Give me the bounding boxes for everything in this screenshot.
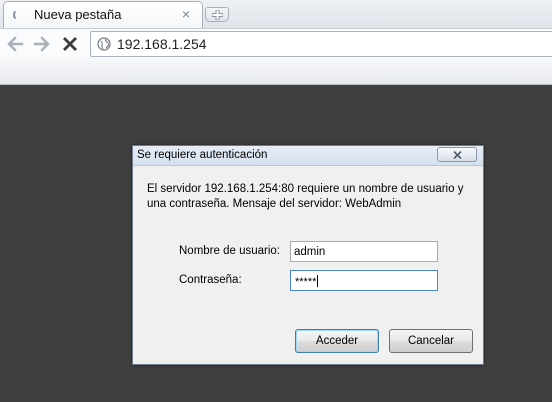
username-label: Nombre de usuario:: [179, 245, 280, 257]
username-input[interactable]: [290, 241, 438, 262]
password-mask: *****: [295, 275, 319, 288]
browser-toolbar: 192.168.1.254: [0, 28, 552, 58]
bookmarks-area: [0, 58, 552, 85]
dialog-message: El servidor 192.168.1.254:80 requiere un…: [147, 183, 464, 210]
password-label: Contraseña:: [179, 274, 242, 286]
loading-spinner-icon: [13, 9, 25, 21]
password-input[interactable]: *****: [290, 270, 438, 291]
globe-icon: [97, 37, 111, 51]
close-x-icon: [453, 151, 462, 159]
tab-title: Nueva pestaña: [34, 7, 122, 22]
cancel-button[interactable]: Cancelar: [389, 329, 473, 353]
dialog-title: Se requiere autenticación: [137, 149, 268, 161]
new-tab-button[interactable]: [205, 7, 229, 22]
text-caret: [317, 275, 319, 287]
login-button[interactable]: Acceder: [295, 329, 379, 353]
plus-icon: [212, 10, 223, 20]
back-arrow-icon[interactable]: [5, 34, 25, 54]
dialog-titlebar: Se requiere autenticación: [133, 146, 483, 166]
dialog-close-button[interactable]: [437, 147, 477, 162]
tab-close-icon[interactable]: ×: [179, 7, 193, 21]
address-bar[interactable]: 192.168.1.254: [90, 31, 552, 57]
url-text: 192.168.1.254: [117, 36, 207, 52]
forward-arrow-icon[interactable]: [32, 34, 52, 54]
authentication-dialog: Se requiere autenticación El servidor 19…: [132, 145, 484, 365]
password-mask-text: *****: [295, 276, 317, 288]
browser-tab-strip: Nueva pestaña ×: [0, 0, 552, 29]
browser-tab[interactable]: Nueva pestaña ×: [3, 1, 203, 29]
stop-loading-icon[interactable]: [60, 34, 80, 54]
